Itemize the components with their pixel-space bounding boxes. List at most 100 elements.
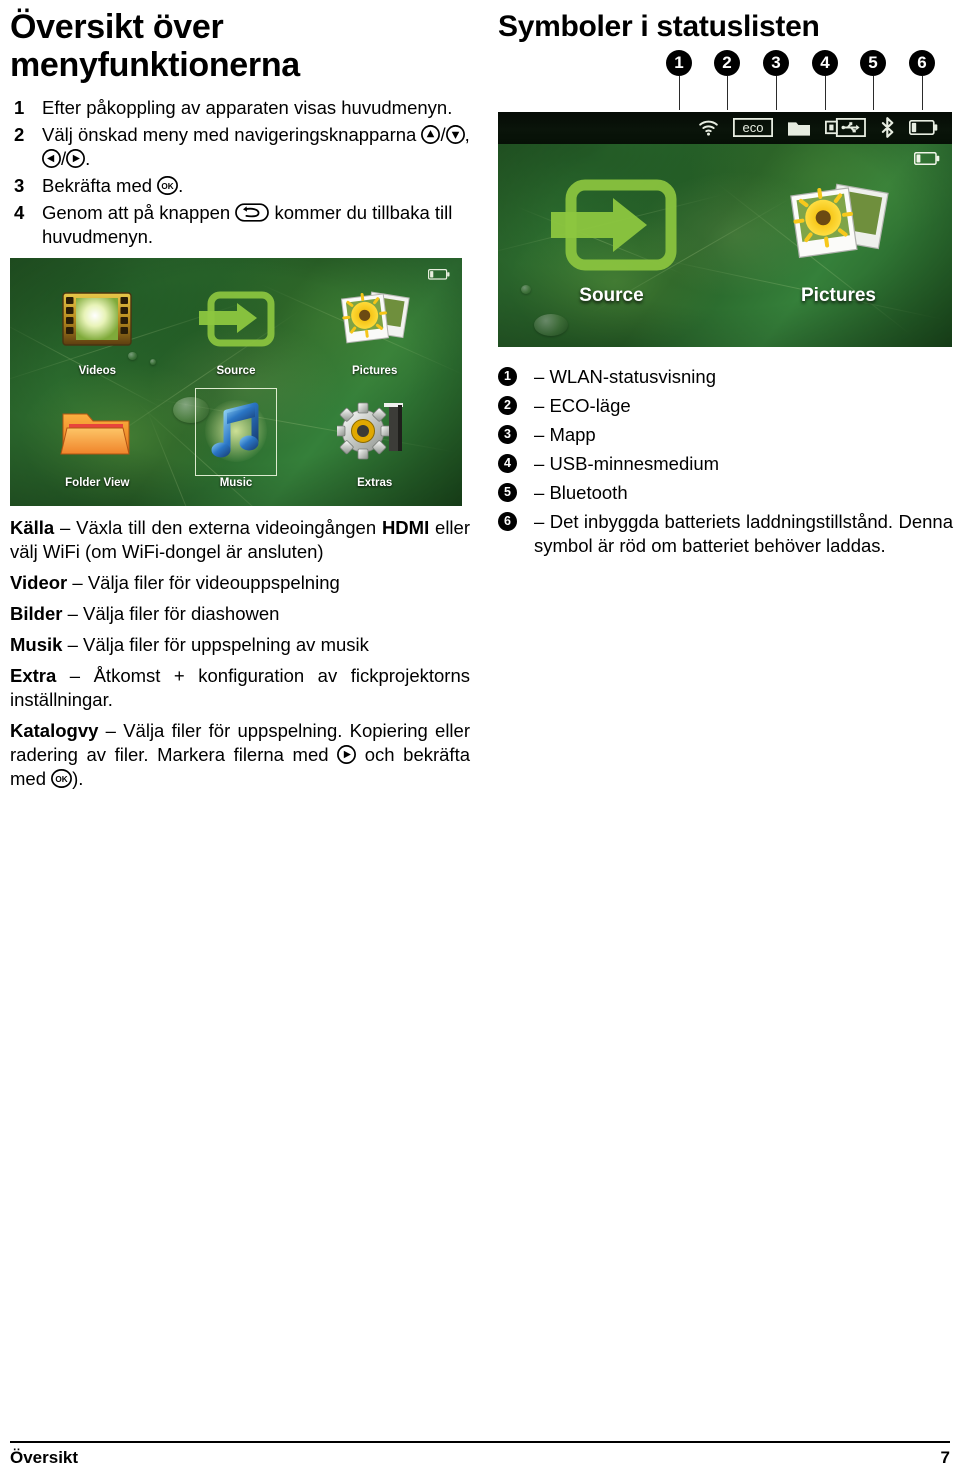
battery-icon: [913, 151, 940, 170]
footer-page-number: 7: [940, 1448, 950, 1467]
description-body: Välja filer för diashowen: [83, 602, 280, 624]
legend-item-4: 4 – USB-minnesmedium: [498, 452, 953, 476]
legend-item-3: 3 – Mapp: [498, 423, 953, 447]
legend-dash: –: [534, 423, 550, 445]
menu-tile-pictures[interactable]: Pictures: [725, 179, 952, 311]
back-button-icon: [235, 202, 270, 222]
callout-5: 5: [860, 49, 886, 110]
menu-tile-source[interactable]: Source: [498, 179, 725, 311]
menu-tile-source[interactable]: Source: [167, 276, 306, 388]
legend-dash: –: [534, 481, 550, 503]
description-term: Videor: [10, 571, 68, 593]
menu-tile-label: Folder View: [65, 476, 130, 489]
callout-4: 4: [812, 49, 838, 110]
legend-badge: 5: [498, 482, 517, 502]
description-term: Källa: [10, 516, 55, 538]
menu-descriptions: Källa – Växla till den externa videoingå…: [10, 516, 470, 791]
description-extras: Extra – Åtkomst + konfiguration av fickp…: [10, 664, 470, 712]
description-source: Källa – Växla till den externa videoingå…: [10, 516, 470, 564]
source-arrow-icon: [193, 276, 279, 362]
step-number: 3: [14, 174, 25, 196]
wifi-icon: [698, 119, 719, 136]
callout-badge: 4: [812, 49, 838, 76]
svg-text:eco: eco: [743, 120, 764, 135]
step-text: Efter påkoppling av apparaten visas huvu…: [42, 97, 453, 119]
step-text-after: ,: [464, 123, 470, 145]
legend-item-2: 2 – ECO-läge: [498, 394, 953, 418]
description-body: Välja filer för uppspelning av musik: [83, 633, 369, 655]
menu-tile-label: Pictures: [801, 285, 876, 307]
page-footer: Översikt 7: [10, 1441, 950, 1468]
menu-tile-label: Pictures: [351, 364, 398, 377]
step-number: 2: [14, 123, 25, 145]
legend-badge: 2: [498, 395, 517, 415]
folder-icon: [54, 388, 140, 474]
source-arrow-icon: [547, 179, 677, 271]
callout-2: 2: [714, 49, 740, 110]
callout-leader-line: [775, 75, 777, 110]
callout-leader-line: [824, 75, 826, 110]
eco-badge-icon: eco: [733, 118, 773, 138]
step-text: Välj önskad meny med navigeringsknapparn…: [42, 123, 422, 145]
description-term: Bilder: [10, 602, 63, 624]
step-4: 4 Genom att på knappen kommer du tillbak…: [10, 201, 470, 250]
callout-badge: 5: [860, 49, 886, 76]
legend-badge: 3: [498, 424, 517, 444]
legend-dash: –: [534, 365, 550, 387]
main-menu-screenshot: Videos Source Pictures Folder View Music…: [10, 257, 462, 506]
description-music: Musik – Välja filer för uppspelning av m…: [10, 633, 470, 657]
description-body: Växla till den externa videoingången: [76, 516, 382, 538]
legend-item-6: 6 – Det inbyggda batteriets laddningstil…: [498, 510, 953, 558]
menu-tile-label: Music: [219, 476, 253, 489]
step-3: 3 Bekräfta med OK.: [10, 174, 470, 199]
nav-right-button-icon: [337, 745, 357, 765]
description-body-3: ).: [72, 768, 84, 790]
legend-item-1: 1 – WLAN-statusvisning: [498, 365, 953, 389]
film-strip-icon: [54, 276, 140, 362]
description-term: Katalogvy: [10, 720, 99, 742]
menu-tile-music[interactable]: Music: [167, 387, 306, 500]
legend-badge: 4: [498, 453, 517, 473]
gear-settings-icon: [332, 388, 418, 474]
section-title: Symboler i statuslisten: [498, 10, 820, 43]
description-hdmi: HDMI: [381, 516, 430, 538]
step-period: .: [85, 148, 91, 170]
step-text: Bekräfta med: [42, 174, 158, 196]
callout-badge: 2: [714, 49, 740, 76]
nav-left-button-icon: [42, 149, 61, 169]
menu-tile-folder-view[interactable]: Folder View: [28, 388, 167, 500]
callout-6: 6: [909, 49, 935, 110]
description-folder-view: Katalogvy – Välja filer för uppspelning.…: [10, 719, 470, 791]
photos-icon: [787, 179, 891, 271]
legend-text: Det inbyggda batteriets laddningstillstå…: [534, 510, 953, 556]
legend-text: WLAN-statusvisning: [549, 365, 716, 387]
callout-badge: 6: [909, 49, 935, 76]
music-note-icon: [193, 387, 279, 476]
legend-badge: 1: [498, 366, 517, 386]
right-column: Symboler i statuslisten 1 2 3 4 5 6 eco …: [498, 0, 953, 563]
page-title: Översikt över menyfunktionerna: [10, 8, 300, 85]
callout-1: 1: [666, 49, 692, 110]
callout-badge: 3: [763, 49, 789, 76]
menu-tile-videos[interactable]: Videos: [28, 276, 167, 388]
legend-dash: –: [534, 510, 550, 532]
legend-text: ECO-läge: [549, 394, 631, 416]
step-text: Genom att på knappen: [42, 201, 236, 223]
menu-tile-pictures[interactable]: Pictures: [305, 276, 444, 388]
menu-tile-extras[interactable]: Extras: [305, 388, 444, 500]
menu-grid: Videos Source Pictures Folder View Music…: [10, 258, 462, 506]
svg-text:OK: OK: [162, 182, 174, 191]
callout-leader-line: [872, 75, 874, 110]
description-term: Musik: [10, 633, 63, 655]
svg-text:OK: OK: [56, 775, 68, 784]
footer-section-label: Översikt: [10, 1448, 79, 1467]
description-body: Välja filer för videouppspelning: [87, 571, 340, 593]
nav-up-button-icon: [421, 124, 441, 144]
legend-item-5: 5 – Bluetooth: [498, 481, 953, 505]
legend-text: Mapp: [549, 423, 596, 445]
description-dash: –: [98, 720, 124, 742]
legend-dash: –: [534, 394, 550, 416]
menu-tile-label: Source: [216, 364, 256, 377]
callout-badge: 1: [666, 49, 692, 76]
menu-tiles: Source Pictures: [498, 144, 952, 347]
